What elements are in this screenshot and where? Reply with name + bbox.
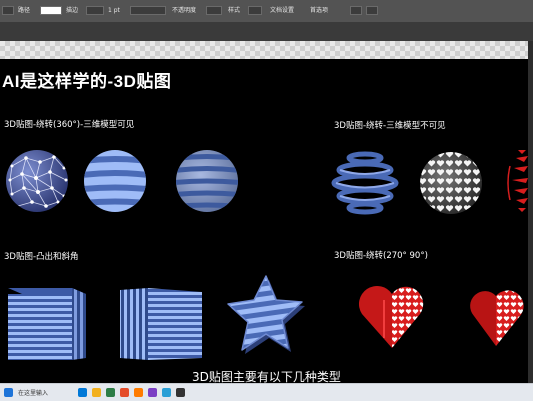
toolbar-item-weight[interactable]: 1 pt xyxy=(108,6,120,15)
network-sphere xyxy=(6,150,68,212)
taskbar-search-input[interactable]: 在这里输入 xyxy=(18,388,48,397)
edge-icon[interactable] xyxy=(78,388,87,397)
striped-sphere-light xyxy=(84,150,146,212)
app-icon-dark[interactable] xyxy=(176,388,185,397)
app-icon-purple[interactable] xyxy=(148,388,157,397)
toolbar-item-style[interactable]: 样式 xyxy=(228,6,240,15)
vertical-scrollbar[interactable] xyxy=(528,41,533,383)
control-toolbar: 路径 描边 1 pt 不透明度 样式 文档设置 首选项 xyxy=(0,0,533,23)
section-label-revolve-360: 3D贴图-绕转(360°)-三维模型可见 xyxy=(4,120,135,130)
revolved-heart-90 xyxy=(470,290,524,346)
red-heart-strip-partial xyxy=(507,150,528,212)
document-setup-button[interactable]: 文档设置 xyxy=(270,6,294,15)
ring-sphere-hidden xyxy=(331,151,399,215)
app-icon-red[interactable] xyxy=(120,388,129,397)
document-tab-bar xyxy=(0,23,533,41)
revolved-heart-270 xyxy=(358,285,424,348)
toolbar-item-opacity[interactable]: 不透明度 xyxy=(172,6,196,15)
striped-cube-angled xyxy=(120,288,202,360)
heart-pattern-sphere xyxy=(420,152,482,214)
preferences-button[interactable]: 首选项 xyxy=(310,6,328,15)
section-label-extrude-bevel: 3D贴图-凸出和斜角 xyxy=(4,252,79,262)
start-icon[interactable] xyxy=(4,388,13,397)
illustrator-icon[interactable] xyxy=(134,388,143,397)
app-icon-blue[interactable] xyxy=(162,388,171,397)
taskbar: 在这里输入 xyxy=(0,383,533,401)
app-icon-green[interactable] xyxy=(106,388,115,397)
striped-cube-front xyxy=(8,288,86,360)
brush-dropdown[interactable] xyxy=(130,6,166,15)
align-icon[interactable] xyxy=(350,6,362,15)
striped-star xyxy=(227,275,305,354)
stroke-weight-field[interactable] xyxy=(86,6,104,15)
fill-swatch[interactable] xyxy=(40,6,62,15)
system-clock[interactable] xyxy=(496,388,526,397)
transform-icon[interactable] xyxy=(366,6,378,15)
striped-sphere-dark xyxy=(176,150,238,212)
section-label-revolve-hidden: 3D贴图-绕转-三维模型不可见 xyxy=(334,121,446,131)
section-label-revolve-270-90: 3D贴图-绕转(270° 90°) xyxy=(334,251,428,261)
slide-title: AI是这样学的-3D贴图 xyxy=(2,72,172,91)
folder-icon[interactable] xyxy=(92,388,101,397)
transparency-grid-strip xyxy=(0,41,533,59)
toolbar-item-stroke[interactable]: 描边 xyxy=(66,6,78,15)
opacity-field[interactable] xyxy=(206,6,222,15)
toolbar-item-path[interactable]: 路径 xyxy=(18,6,30,15)
style-swatch[interactable] xyxy=(248,6,262,15)
selection-tool-icon[interactable] xyxy=(2,6,14,15)
